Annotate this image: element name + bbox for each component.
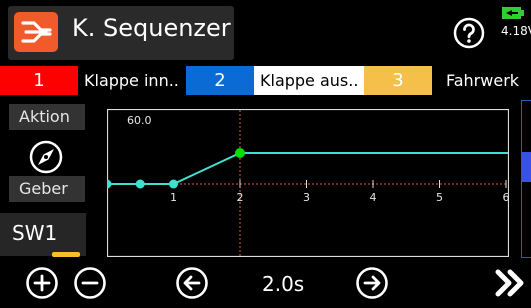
graph-x-tick-label: 3: [303, 191, 310, 204]
page-title: K. Sequenzer: [72, 14, 231, 42]
arrow-left-circle-icon[interactable]: [175, 266, 209, 300]
plus-circle-icon[interactable]: [25, 266, 59, 300]
help-icon[interactable]: [453, 17, 485, 49]
action-label: Aktion: [9, 104, 85, 130]
channel-tab-2-number[interactable]: 2: [186, 66, 254, 95]
graph-point: [169, 179, 178, 189]
channel-tab-1-label[interactable]: Klappe inn..: [78, 66, 186, 95]
channel-tab-2-label[interactable]: Klappe aus..: [254, 66, 364, 95]
step-time-value[interactable]: 2.0s: [262, 270, 304, 298]
graph-x-tick-label: 2: [237, 191, 244, 204]
source-indicator: [52, 252, 80, 257]
graph-y-value-label: 60.0: [127, 114, 152, 127]
battery-icon: [502, 5, 524, 19]
graph-x-tick-label: 4: [370, 191, 377, 204]
sequence-graph[interactable]: 60.0 1 2 3 4 5 6: [107, 109, 509, 257]
graph-x-tick-label: 5: [436, 191, 443, 204]
sequencer-logo-icon[interactable]: [14, 12, 58, 52]
double-chevron-right-icon[interactable]: [494, 266, 528, 300]
arrow-right-circle-icon[interactable]: [355, 266, 389, 300]
minus-circle-icon[interactable]: [73, 266, 107, 300]
graph-x-tick-label: 1: [170, 191, 177, 204]
graph-point-selected: [235, 148, 245, 158]
source-label: Geber: [9, 176, 85, 202]
compass-icon[interactable]: [28, 139, 64, 175]
source-value[interactable]: SW1: [0, 213, 86, 256]
graph-point: [135, 179, 145, 189]
channel-tab-1-number[interactable]: 1: [0, 66, 78, 95]
channel-tab-3-number[interactable]: 3: [364, 66, 432, 95]
channel-scroll-strip: [521, 100, 531, 258]
battery-voltage: 4.18V: [501, 24, 531, 38]
graph-x-tick-label: 6: [503, 191, 510, 204]
channel-tab-3-label[interactable]: Fahrwerk: [432, 66, 531, 95]
